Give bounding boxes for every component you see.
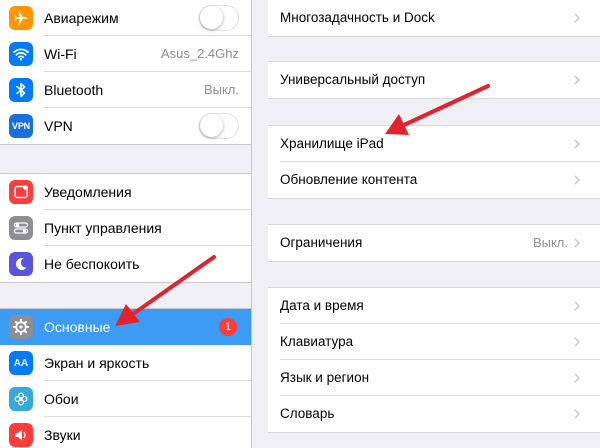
sidebar-group-notifications: Уведомления Пункт управления Не беспокои… <box>0 173 251 283</box>
display-icon-text: AA <box>13 357 29 369</box>
sidebar-item-control-center[interactable]: Пункт управления <box>0 210 251 246</box>
detail-item-restrictions[interactable]: Ограничения Выкл. <box>268 225 600 261</box>
chevron-right-icon <box>574 238 581 248</box>
detail-item-dictionary[interactable]: Словарь <box>268 396 600 432</box>
chevron-right-icon <box>574 175 581 185</box>
chevron-right-icon <box>574 139 581 149</box>
display-brightness-icon: AA <box>9 351 33 375</box>
restrictions-status: Выкл. <box>532 235 568 250</box>
sidebar-item-display-brightness[interactable]: AA Экран и яркость <box>0 345 251 381</box>
sidebar-item-label: VPN <box>44 118 73 134</box>
chevron-right-icon <box>574 373 581 383</box>
chevron-right-icon <box>574 409 581 419</box>
sidebar-item-notifications[interactable]: Уведомления <box>0 174 251 210</box>
sidebar-item-label: Не беспокоить <box>44 256 140 272</box>
detail-item-label: Обновление контента <box>280 172 418 187</box>
settings-sidebar: Авиарежим Wi-Fi Asus_2.4Ghz Bluetooth Вы… <box>0 0 251 448</box>
vpn-icon: VPN <box>9 114 33 138</box>
sidebar-item-sounds[interactable]: Звуки <box>0 417 251 448</box>
chevron-right-icon <box>574 13 581 23</box>
detail-item-label: Хранилище iPad <box>280 136 384 151</box>
detail-item-date-time[interactable]: Дата и время <box>268 288 600 324</box>
wifi-icon <box>9 42 33 66</box>
detail-item-label: Универсальный доступ <box>280 72 426 87</box>
detail-item-label: Многозадачность и Dock <box>280 10 435 25</box>
gear-icon <box>9 315 33 339</box>
chevron-right-icon <box>574 301 581 311</box>
detail-item-language-region[interactable]: Язык и регион <box>268 360 600 396</box>
wallpaper-icon <box>9 387 33 411</box>
vpn-toggle[interactable] <box>199 113 239 139</box>
detail-item-label: Клавиатура <box>280 334 354 349</box>
sidebar-item-do-not-disturb[interactable]: Не беспокоить <box>0 246 251 282</box>
chevron-right-icon <box>574 75 581 85</box>
detail-item-label: Словарь <box>280 406 335 421</box>
sidebar-item-wallpaper[interactable]: Обои <box>0 381 251 417</box>
sidebar-item-label: Пункт управления <box>44 220 162 236</box>
bluetooth-icon <box>9 78 33 102</box>
sidebar-item-vpn[interactable]: VPN VPN <box>0 108 251 144</box>
sidebar-item-label: Wi-Fi <box>44 46 77 62</box>
toggle-knob <box>200 6 223 29</box>
control-center-icon <box>9 216 33 240</box>
toggle-knob <box>200 114 223 137</box>
notification-badge: 1 <box>219 318 237 336</box>
sidebar-item-bluetooth[interactable]: Bluetooth Выкл. <box>0 72 251 108</box>
general-settings-pane: Многозадачность и Dock Универсальный дос… <box>252 0 600 448</box>
sidebar-item-airplane-mode[interactable]: Авиарежим <box>0 0 251 36</box>
chevron-right-icon <box>574 337 581 347</box>
detail-item-label: Ограничения <box>280 235 363 250</box>
airplane-icon <box>9 6 33 30</box>
vpn-icon-text: VPN <box>12 121 30 131</box>
sidebar-item-label: Авиарежим <box>44 10 119 26</box>
sidebar-group-general: Основные 1 AA Экран и яркость Обои Звуки <box>0 308 251 448</box>
wifi-network-name: Asus_2.4Ghz <box>160 46 239 61</box>
detail-group-date-language: Дата и время Клавиатура Язык и регион Сл… <box>268 287 600 433</box>
detail-item-background-refresh[interactable]: Обновление контента <box>268 162 600 198</box>
sidebar-item-general[interactable]: Основные 1 <box>0 309 251 345</box>
detail-item-label: Дата и время <box>280 298 364 313</box>
detail-item-multitasking-dock[interactable]: Многозадачность и Dock <box>268 0 600 36</box>
sidebar-item-label: Bluetooth <box>44 82 104 98</box>
sounds-icon <box>9 423 33 447</box>
airplane-mode-toggle[interactable] <box>199 5 239 31</box>
sidebar-item-wifi[interactable]: Wi-Fi Asus_2.4Ghz <box>0 36 251 72</box>
sidebar-item-label: Основные <box>44 319 111 335</box>
detail-item-ipad-storage[interactable]: Хранилище iPad <box>268 126 600 162</box>
detail-group-multitasking: Многозадачность и Dock <box>268 0 600 37</box>
sidebar-item-label: Звуки <box>44 427 81 443</box>
moon-icon <box>9 252 33 276</box>
detail-item-label: Язык и регион <box>280 370 370 385</box>
sidebar-group-connectivity: Авиарежим Wi-Fi Asus_2.4Ghz Bluetooth Вы… <box>0 0 251 145</box>
sidebar-item-label: Обои <box>44 391 79 407</box>
detail-item-keyboard[interactable]: Клавиатура <box>268 324 600 360</box>
detail-group-storage: Хранилище iPad Обновление контента <box>268 125 600 199</box>
detail-group-accessibility: Универсальный доступ <box>268 61 600 99</box>
bluetooth-status: Выкл. <box>203 82 239 97</box>
notifications-icon <box>9 180 33 204</box>
sidebar-item-label: Экран и яркость <box>44 355 150 371</box>
detail-group-restrictions: Ограничения Выкл. <box>268 224 600 262</box>
sidebar-item-label: Уведомления <box>44 184 132 200</box>
detail-item-accessibility[interactable]: Универсальный доступ <box>268 62 600 98</box>
